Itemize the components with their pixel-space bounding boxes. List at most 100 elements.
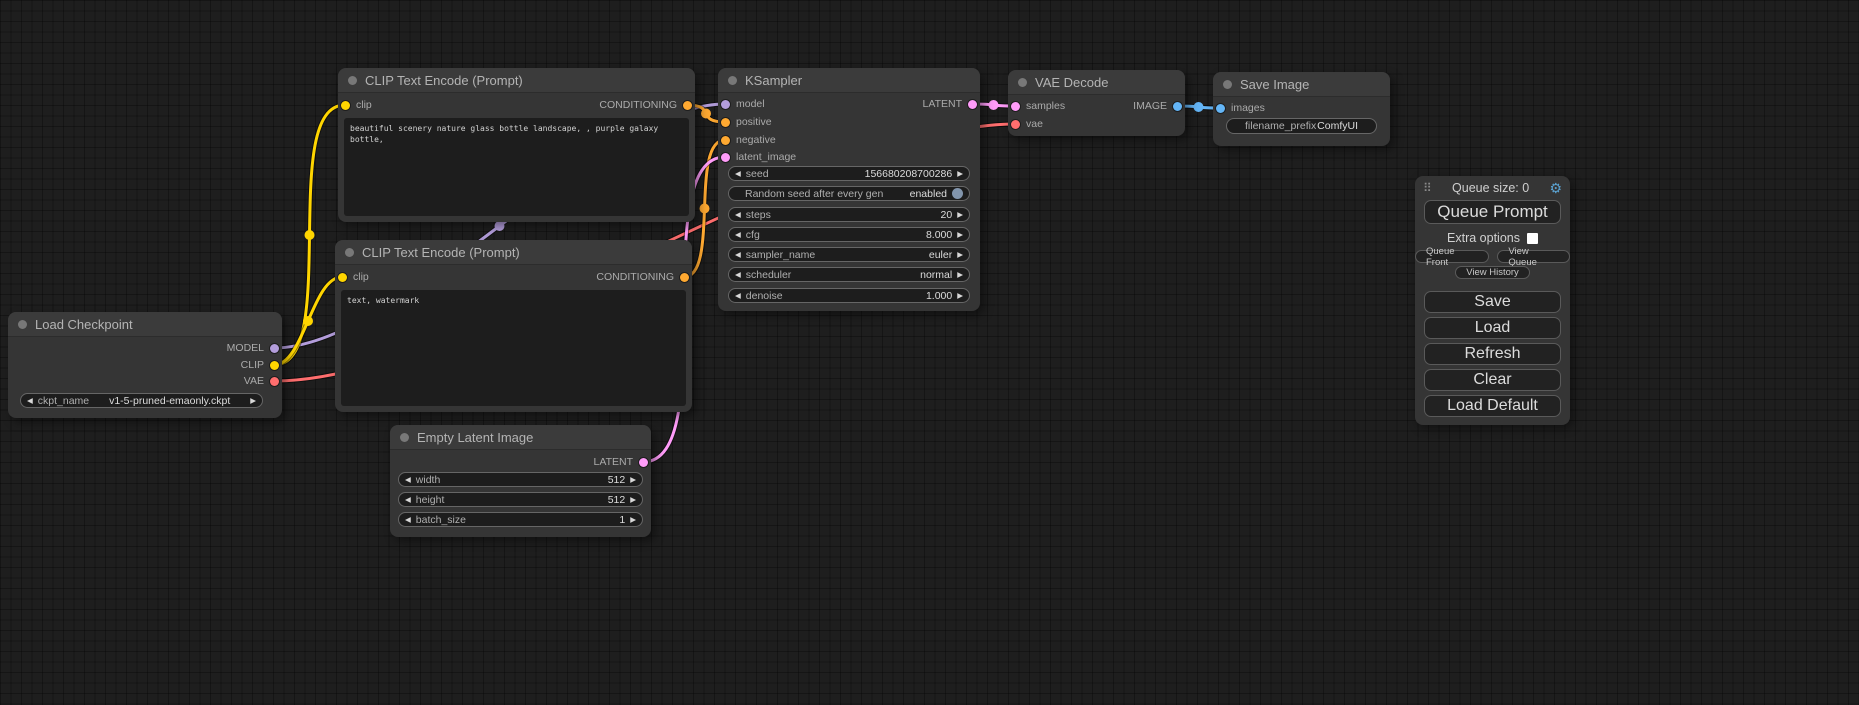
input-label: latent_image	[736, 151, 796, 163]
node-save-image[interactable]: Save Image images filename_prefix ComfyU…	[1213, 72, 1390, 146]
image-port-icon[interactable]	[1173, 102, 1182, 111]
node-ksampler[interactable]: KSampler model positive negative latent_…	[718, 68, 980, 311]
gear-icon[interactable]: ⚙	[1549, 181, 1562, 195]
output-label: MODEL	[227, 342, 264, 354]
prompt-textarea[interactable]: text, watermark	[341, 290, 686, 406]
cfg-widget[interactable]: ◀ cfg 8.000 ▶	[728, 227, 970, 242]
node-clip-text-encode-positive[interactable]: CLIP Text Encode (Prompt) clip CONDITION…	[338, 68, 695, 222]
input-label: vae	[1026, 118, 1043, 130]
view-history-button[interactable]: View History	[1455, 266, 1530, 279]
vae-port-icon[interactable]	[270, 377, 279, 386]
collapse-dot-icon[interactable]	[18, 320, 27, 329]
widget-value: 1.000	[926, 290, 952, 302]
clear-button[interactable]: Clear	[1424, 369, 1561, 391]
queue-front-button[interactable]: Queue Front	[1415, 250, 1489, 263]
left-arrow-icon[interactable]: ◀	[735, 211, 741, 219]
drag-handle-icon[interactable]: ⠿	[1423, 181, 1432, 195]
left-arrow-icon[interactable]: ◀	[735, 170, 741, 178]
right-arrow-icon[interactable]: ▶	[957, 271, 963, 279]
clip-port-icon[interactable]	[338, 273, 347, 282]
ckpt-name-widget[interactable]: ◀ ckpt_name v1-5-pruned-emaonly.ckpt ▶	[20, 393, 263, 408]
image-port-icon[interactable]	[1216, 104, 1225, 113]
queue-small-buttons: Queue Front View Queue	[1415, 250, 1570, 263]
left-arrow-icon[interactable]: ◀	[405, 496, 411, 504]
widget-label: ckpt_name	[38, 395, 89, 407]
toggle-icon[interactable]	[952, 188, 963, 199]
clip-port-icon[interactable]	[270, 361, 279, 370]
right-arrow-icon[interactable]: ▶	[957, 292, 963, 300]
node-titlebar[interactable]: VAE Decode	[1008, 70, 1185, 95]
input-images: images	[1216, 101, 1265, 115]
queue-prompt-button[interactable]: Queue Prompt	[1424, 200, 1561, 224]
load-default-button[interactable]: Load Default	[1424, 395, 1561, 417]
model-port-icon[interactable]	[270, 344, 279, 353]
collapse-dot-icon[interactable]	[345, 248, 354, 257]
latent-port-icon[interactable]	[1011, 102, 1020, 111]
node-clip-text-encode-negative[interactable]: CLIP Text Encode (Prompt) clip CONDITION…	[335, 240, 692, 412]
right-arrow-icon[interactable]: ▶	[957, 251, 963, 259]
right-arrow-icon[interactable]: ▶	[630, 476, 636, 484]
prompt-textarea[interactable]: beautiful scenery nature glass bottle la…	[344, 118, 689, 216]
seed-widget[interactable]: ◀ seed 156680208700286 ▶	[728, 166, 970, 181]
node-titlebar[interactable]: KSampler	[718, 68, 980, 93]
view-queue-button[interactable]: View Queue	[1497, 250, 1570, 263]
height-widget[interactable]: ◀ height 512 ▶	[398, 492, 643, 507]
latent-port-icon[interactable]	[721, 153, 730, 162]
vae-port-icon[interactable]	[1011, 120, 1020, 129]
node-canvas[interactable]: Load Checkpoint MODEL CLIP VAE ◀ ckpt_na…	[0, 0, 1859, 705]
right-arrow-icon[interactable]: ▶	[250, 397, 256, 405]
node-titlebar[interactable]: CLIP Text Encode (Prompt)	[338, 68, 695, 93]
left-arrow-icon[interactable]: ◀	[735, 231, 741, 239]
batch-size-widget[interactable]: ◀ batch_size 1 ▶	[398, 512, 643, 527]
collapse-dot-icon[interactable]	[400, 433, 409, 442]
save-button[interactable]: Save	[1424, 291, 1561, 313]
output-image: IMAGE	[1133, 99, 1182, 113]
refresh-button[interactable]: Refresh	[1424, 343, 1561, 365]
left-arrow-icon[interactable]: ◀	[735, 271, 741, 279]
collapse-dot-icon[interactable]	[348, 76, 357, 85]
node-title: Load Checkpoint	[35, 317, 133, 332]
node-title: Save Image	[1240, 77, 1309, 92]
collapse-dot-icon[interactable]	[728, 76, 737, 85]
output-label: LATENT	[923, 98, 962, 110]
conditioning-port-icon[interactable]	[680, 273, 689, 282]
conditioning-port-icon[interactable]	[721, 118, 730, 127]
node-titlebar[interactable]: Save Image	[1213, 72, 1390, 97]
node-titlebar[interactable]: CLIP Text Encode (Prompt)	[335, 240, 692, 265]
widget-value: ComfyUI	[1317, 120, 1358, 132]
left-arrow-icon[interactable]: ◀	[735, 292, 741, 300]
filename-prefix-widget[interactable]: filename_prefix ComfyUI	[1226, 118, 1377, 134]
load-button[interactable]: Load	[1424, 317, 1561, 339]
scheduler-widget[interactable]: ◀ scheduler normal ▶	[728, 267, 970, 282]
left-arrow-icon[interactable]: ◀	[735, 251, 741, 259]
link-mid-dot	[1194, 102, 1204, 112]
clip-port-icon[interactable]	[341, 101, 350, 110]
left-arrow-icon[interactable]: ◀	[405, 476, 411, 484]
latent-port-icon[interactable]	[968, 100, 977, 109]
right-arrow-icon[interactable]: ▶	[957, 231, 963, 239]
node-vae-decode[interactable]: VAE Decode samples vae IMAGE	[1008, 70, 1185, 136]
node-empty-latent-image[interactable]: Empty Latent Image LATENT ◀ width 512 ▶ …	[390, 425, 651, 537]
steps-widget[interactable]: ◀ steps 20 ▶	[728, 207, 970, 222]
conditioning-port-icon[interactable]	[721, 136, 730, 145]
conditioning-port-icon[interactable]	[683, 101, 692, 110]
node-load-checkpoint[interactable]: Load Checkpoint MODEL CLIP VAE ◀ ckpt_na…	[8, 312, 282, 418]
sampler-name-widget[interactable]: ◀ sampler_name euler ▶	[728, 247, 970, 262]
right-arrow-icon[interactable]: ▶	[957, 211, 963, 219]
node-titlebar[interactable]: Load Checkpoint	[8, 312, 282, 337]
left-arrow-icon[interactable]: ◀	[27, 397, 33, 405]
left-arrow-icon[interactable]: ◀	[405, 516, 411, 524]
link-mid-dot	[305, 230, 315, 240]
right-arrow-icon[interactable]: ▶	[957, 170, 963, 178]
latent-port-icon[interactable]	[639, 458, 648, 467]
denoise-widget[interactable]: ◀ denoise 1.000 ▶	[728, 288, 970, 303]
node-titlebar[interactable]: Empty Latent Image	[390, 425, 651, 450]
collapse-dot-icon[interactable]	[1018, 78, 1027, 87]
model-port-icon[interactable]	[721, 100, 730, 109]
width-widget[interactable]: ◀ width 512 ▶	[398, 472, 643, 487]
right-arrow-icon[interactable]: ▶	[630, 496, 636, 504]
random-seed-widget[interactable]: Random seed after every gen enabled	[728, 186, 970, 201]
extra-options-checkbox[interactable]	[1527, 233, 1538, 244]
collapse-dot-icon[interactable]	[1223, 80, 1232, 89]
right-arrow-icon[interactable]: ▶	[630, 516, 636, 524]
